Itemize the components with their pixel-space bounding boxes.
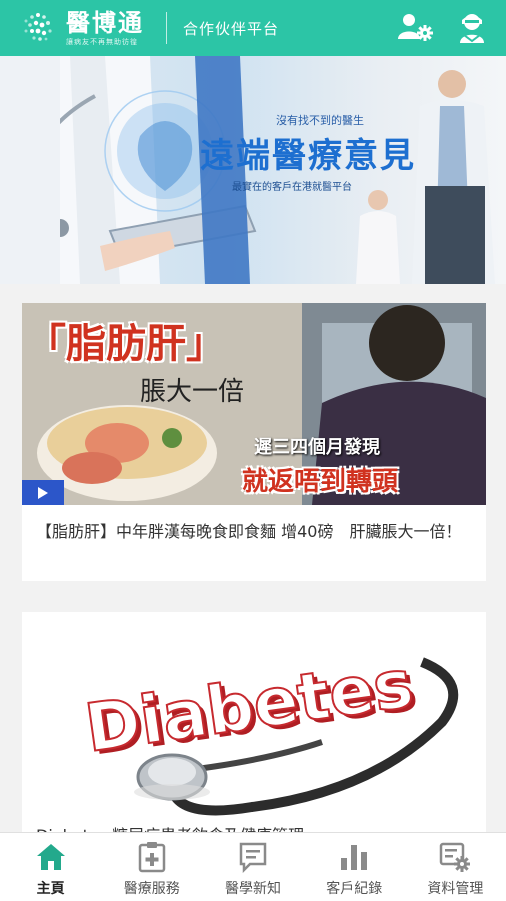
app-logo[interactable]: 醫博通 讓病友不再無助彷徨 [20, 10, 144, 47]
support-agent-button[interactable] [452, 10, 492, 46]
nav-home[interactable]: 主頁 [0, 833, 101, 901]
nav-data-management-label: 資料管理 [427, 881, 484, 897]
partner-platform-title: 合作伙伴平台 [183, 19, 280, 38]
article-thumbnail[interactable]: 「脂肪肝」 脹大一倍 遲三四個月發現 就返唔到轉頭 [22, 303, 486, 505]
nav-home-label: 主頁 [36, 881, 65, 897]
nav-client-records-label: 客戶紀錄 [326, 881, 383, 897]
banner-title: 遠端醫療意見 [200, 136, 416, 176]
bar-chart-icon [341, 845, 368, 870]
hero-banner[interactable]: 沒有找不到的醫生 遠端醫療意見 最實在的客戶在港就醫平台 [0, 56, 506, 284]
overlay-months: 遲三四個月發現 [254, 437, 380, 458]
overlay-enlarged: 脹大一倍 [140, 377, 245, 407]
news-chat-icon [239, 842, 267, 873]
user-settings-icon [398, 14, 433, 41]
logo-slogan: 讓病友不再無助彷徨 [66, 37, 138, 46]
support-agent-icon [460, 14, 484, 43]
app-header: 醫博通 讓病友不再無助彷徨 合作伙伴平台 [0, 0, 506, 56]
video-play-badge[interactable] [22, 480, 64, 505]
play-icon [38, 486, 48, 499]
data-settings-icon [440, 842, 471, 872]
user-settings-button[interactable] [396, 10, 436, 46]
logo-dots-icon [24, 13, 52, 41]
home-icon [36, 844, 65, 870]
nav-medical-services[interactable]: 醫療服務 [101, 833, 202, 901]
nav-data-management[interactable]: 資料管理 [405, 833, 506, 901]
overlay-no-return: 就返唔到轉頭 [242, 467, 399, 497]
overlay-fatty-liver: 「脂肪肝」 [26, 321, 226, 367]
banner-subtitle: 最實在的客戶在港就醫平台 [232, 182, 352, 193]
article-card[interactable]: 「脂肪肝」 脹大一倍 遲三四個月發現 就返唔到轉頭 【脂肪肝】中年胖漢每晚食即食… [22, 303, 486, 581]
nav-medical-news[interactable]: 醫學新知 [202, 833, 303, 901]
header-divider [166, 12, 167, 44]
banner-small-text: 沒有找不到的醫生 [276, 114, 364, 127]
logo-name: 醫博通 [66, 8, 144, 37]
bottom-navigation: 主頁 醫療服務 醫學新知 客戶紀錄 資料管理 [0, 832, 506, 901]
nav-client-records[interactable]: 客戶紀錄 [304, 833, 405, 901]
diabetes-illustration: Diabetes Diabetes [22, 612, 486, 822]
medical-clipboard-icon [138, 842, 166, 873]
article-card[interactable]: Diabetes Diabetes Diabetes 糖尿病患者飲食及健康管理 [22, 612, 486, 842]
nav-medical-services-label: 醫療服務 [123, 881, 180, 897]
article-title[interactable]: 【脂肪肝】中年胖漢每晚食即食麵 增40磅 肝臟脹大一倍！ [36, 519, 476, 544]
nav-medical-news-label: 醫學新知 [225, 881, 281, 897]
